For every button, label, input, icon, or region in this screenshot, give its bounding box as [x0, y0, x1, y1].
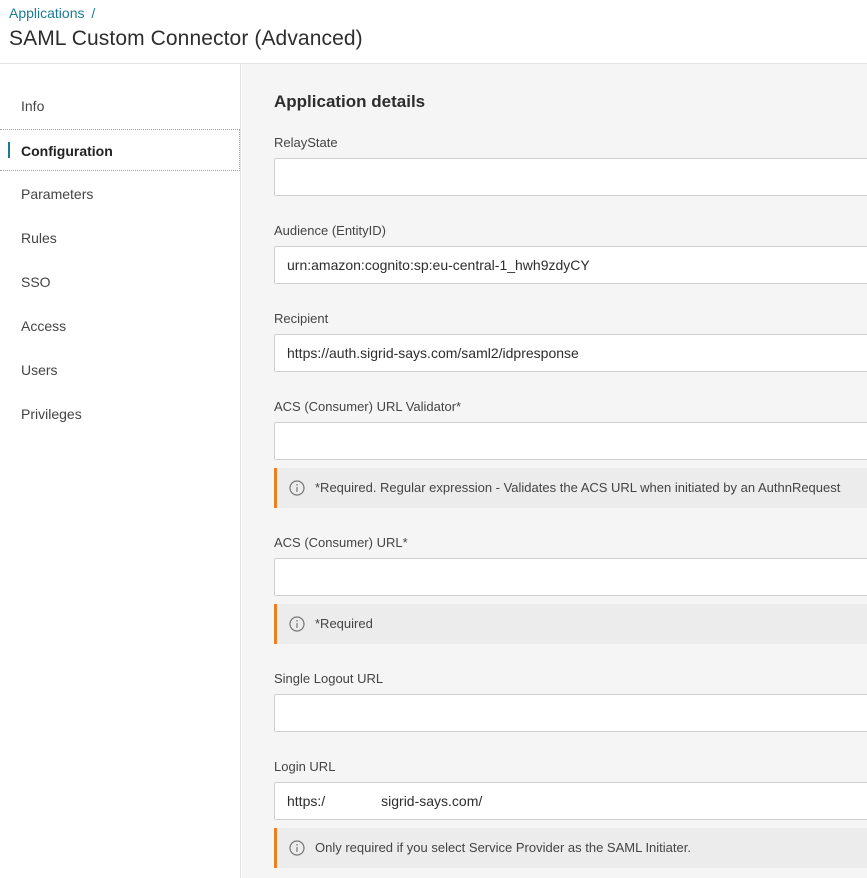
info-circle-icon — [289, 480, 305, 496]
info-circle-icon — [289, 616, 305, 632]
info-circle-icon — [289, 840, 305, 856]
audience-input[interactable]: urn:amazon:cognito:sp:eu-central-1_hwh9z… — [274, 246, 867, 284]
acs-validator-info-text: *Required. Regular expression - Validate… — [315, 480, 841, 495]
single-logout-input[interactable] — [274, 694, 867, 732]
breadcrumb-applications-link[interactable]: Applications — [9, 5, 85, 21]
relay-state-label: RelayState — [274, 135, 338, 150]
login-url-label: Login URL — [274, 759, 336, 774]
page-title: SAML Custom Connector (Advanced) — [9, 27, 363, 50]
login-url-value-suffix: sigrid-says.com/ — [381, 793, 483, 809]
sidebar-item-access[interactable]: Access — [0, 305, 240, 347]
audience-label: Audience (EntityID) — [274, 223, 386, 238]
main-content: Application details RelayState Audience … — [242, 64, 867, 878]
acs-validator-input[interactable] — [274, 422, 867, 460]
login-url-input[interactable]: https:/ sigrid-says.com/ — [274, 782, 867, 820]
page-header: Applications / SAML Custom Connector (Ad… — [0, 0, 867, 64]
login-url-info: Only required if you select Service Prov… — [274, 828, 867, 868]
sidebar-item-privileges[interactable]: Privileges — [0, 393, 240, 435]
acs-url-label: ACS (Consumer) URL* — [274, 535, 408, 550]
sidebar-item-info[interactable]: Info — [0, 85, 240, 127]
recipient-input[interactable]: https://auth.sigrid-says.com/saml2/idpre… — [274, 334, 867, 372]
sidebar-item-parameters[interactable]: Parameters — [0, 173, 240, 215]
acs-validator-info: *Required. Regular expression - Validate… — [274, 468, 867, 508]
relay-state-input[interactable] — [274, 158, 867, 196]
sidebar-item-users[interactable]: Users — [0, 349, 240, 391]
recipient-label: Recipient — [274, 311, 329, 326]
sidebar-item-rules[interactable]: Rules — [0, 217, 240, 259]
breadcrumb-separator: / — [91, 5, 96, 21]
login-url-info-text: Only required if you select Service Prov… — [315, 840, 691, 855]
acs-validator-label: ACS (Consumer) URL Validator* — [274, 399, 462, 414]
sidebar: Info Configuration Parameters Rules SSO … — [0, 64, 241, 878]
breadcrumb: Applications / — [9, 5, 95, 21]
sidebar-item-sso[interactable]: SSO — [0, 261, 240, 303]
login-url-value-prefix: https:/ — [287, 793, 326, 809]
section-title: Application details — [274, 92, 426, 111]
acs-url-info-text: *Required — [315, 616, 373, 631]
acs-url-info: *Required — [274, 604, 867, 644]
single-logout-label: Single Logout URL — [274, 671, 384, 686]
acs-url-input[interactable] — [274, 558, 867, 596]
sidebar-item-configuration[interactable]: Configuration — [0, 129, 240, 171]
